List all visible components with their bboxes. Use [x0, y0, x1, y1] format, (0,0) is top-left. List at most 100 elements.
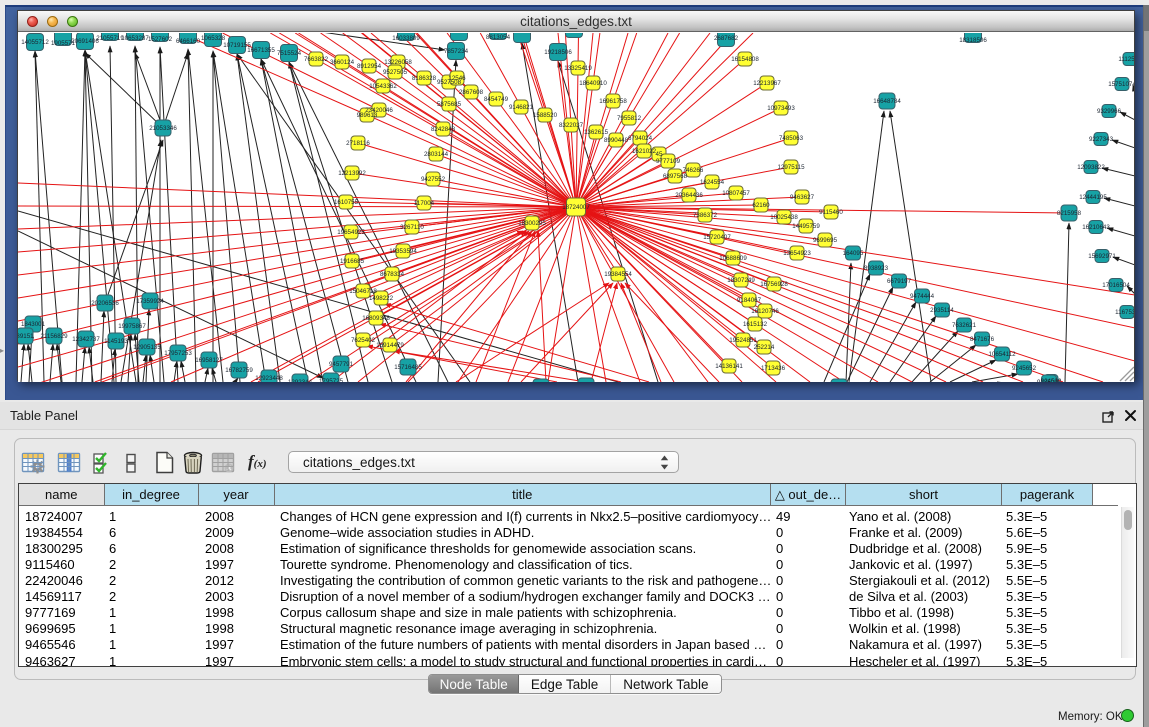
svg-text:15751074: 15751074 — [1108, 81, 1134, 88]
svg-text:16210643: 16210643 — [1082, 224, 1110, 231]
svg-text:39151: 39151 — [18, 333, 34, 340]
svg-text:20206536: 20206536 — [91, 300, 119, 307]
svg-text:45: 45 — [656, 151, 663, 158]
svg-text:1615132: 1615132 — [743, 321, 768, 328]
svg-text:1843001: 1843001 — [21, 321, 46, 328]
svg-text:21055719: 21055719 — [96, 35, 124, 42]
svg-text:9457791: 9457791 — [329, 361, 354, 368]
svg-text:117004: 117004 — [414, 200, 435, 207]
svg-text:9777109: 9777109 — [656, 158, 681, 165]
svg-text:1624554: 1624554 — [700, 179, 725, 186]
svg-text:16756928: 16756928 — [760, 281, 788, 288]
svg-text:17359924: 17359924 — [136, 298, 164, 305]
svg-text:10654112: 10654112 — [988, 351, 1016, 358]
svg-text:15046718: 15046718 — [349, 288, 377, 295]
svg-text:7663822: 7663822 — [304, 56, 329, 63]
svg-text:19975867: 19975867 — [118, 323, 146, 330]
svg-text:9427552: 9427552 — [421, 176, 446, 183]
svg-text:10973493: 10973493 — [767, 105, 795, 112]
svg-text:1145193: 1145193 — [104, 338, 128, 345]
svg-text:18300295: 18300295 — [518, 220, 546, 227]
svg-text:7485063: 7485063 — [779, 135, 804, 142]
svg-text:19218506: 19218506 — [544, 49, 572, 56]
svg-text:13226058: 13226058 — [384, 59, 412, 66]
svg-text:7955812: 7955812 — [617, 115, 642, 122]
svg-text:1292344: 1292344 — [288, 379, 313, 382]
svg-text:2935114: 2935114 — [930, 307, 954, 314]
svg-text:1713436: 1713436 — [761, 365, 786, 372]
svg-text:10025438: 10025438 — [770, 214, 798, 221]
svg-text:17957253: 17957253 — [164, 350, 192, 357]
svg-text:14055712: 14055712 — [21, 39, 49, 46]
svg-text:1527602: 1527602 — [148, 36, 173, 43]
svg-text:16120746: 16120746 — [751, 308, 779, 315]
svg-text:7386372: 7386372 — [693, 212, 718, 219]
svg-text:8813054: 8813054 — [486, 34, 511, 41]
svg-text:16033809: 16033809 — [392, 35, 420, 42]
svg-text:9227343: 9227343 — [1089, 136, 1114, 143]
svg-text:16648784: 16648784 — [873, 98, 901, 105]
svg-text:8215958: 8215958 — [1057, 210, 1082, 217]
svg-text:7515524: 7515524 — [277, 50, 302, 57]
svg-text:8938923: 8938923 — [864, 265, 889, 272]
svg-text:14495759: 14495759 — [792, 223, 820, 230]
svg-text:12546: 12546 — [448, 75, 466, 82]
svg-text:12444195: 12444195 — [1079, 194, 1107, 201]
svg-text:12975115: 12975115 — [777, 164, 805, 171]
svg-text:6466160: 6466160 — [176, 38, 201, 45]
svg-text:8912954: 8912954 — [357, 63, 382, 70]
svg-text:9527505: 9527505 — [383, 69, 408, 76]
svg-text:16914479: 16914479 — [376, 342, 404, 349]
svg-text:1621022: 1621022 — [632, 148, 657, 155]
svg-text:12905135: 12905135 — [133, 344, 161, 351]
svg-text:6897568: 6897568 — [663, 173, 688, 180]
svg-text:164095: 164095 — [843, 250, 864, 257]
svg-text:13325419: 13325419 — [564, 65, 592, 72]
svg-text:18318506: 18318506 — [959, 37, 987, 44]
svg-text:21156829: 21156829 — [40, 333, 68, 340]
svg-text:12923448: 12923448 — [255, 375, 283, 382]
svg-text:1610755: 1610755 — [334, 199, 359, 206]
svg-text:9474444: 9474444 — [910, 293, 935, 300]
svg-text:2867608: 2867608 — [459, 89, 484, 96]
svg-text:62160: 62160 — [752, 202, 770, 209]
svg-text:21053346: 21053346 — [149, 125, 177, 132]
svg-text:7625402: 7625402 — [351, 337, 376, 344]
svg-text:9146821: 9146821 — [509, 104, 534, 111]
svg-text:8990448: 8990448 — [604, 137, 629, 144]
svg-text:2803144: 2803144 — [424, 151, 449, 158]
svg-text:5875685: 5875685 — [437, 101, 462, 108]
svg-text:1112541: 1112541 — [1118, 56, 1134, 63]
svg-text:6794024: 6794024 — [628, 135, 653, 142]
svg-text:1167533: 1167533 — [1115, 309, 1134, 316]
svg-text:16154808: 16154808 — [731, 56, 759, 63]
svg-text:1065328: 1065328 — [201, 35, 226, 42]
svg-text:16809348: 16809348 — [362, 315, 390, 322]
svg-text:1588520: 1588520 — [533, 112, 558, 119]
svg-text:9185046: 9185046 — [1037, 379, 1062, 382]
svg-text:1916685: 1916685 — [340, 258, 365, 265]
svg-text:10807457: 10807457 — [722, 190, 750, 197]
svg-text:9115460: 9115460 — [819, 209, 843, 216]
svg-text:8678334: 8678334 — [380, 271, 405, 278]
svg-text:16958127: 16958127 — [195, 357, 223, 364]
svg-text:12213992: 12213992 — [338, 170, 366, 177]
svg-text:19524851: 19524851 — [729, 337, 757, 344]
svg-text:9184067: 9184067 — [737, 297, 762, 304]
svg-text:18307249: 18307249 — [727, 277, 755, 284]
svg-text:20364436: 20364436 — [675, 192, 703, 199]
svg-text:8186328: 8186328 — [412, 75, 437, 82]
svg-text:1795725: 1795725 — [319, 378, 344, 382]
svg-text:17016504: 17016504 — [1102, 282, 1130, 289]
svg-text:16671355: 16671355 — [247, 47, 275, 54]
svg-text:6679197: 6679197 — [887, 278, 912, 285]
svg-text:9245652: 9245652 — [1012, 365, 1037, 372]
svg-text:7857234: 7857234 — [444, 48, 469, 55]
svg-text:9699695: 9699695 — [813, 237, 838, 244]
svg-text:2718116: 2718116 — [346, 140, 370, 147]
svg-text:8242848: 8242848 — [431, 126, 456, 133]
svg-text:3660124: 3660124 — [330, 59, 355, 66]
svg-text:7632621: 7632621 — [952, 322, 977, 329]
svg-text:12213967: 12213967 — [753, 80, 781, 87]
svg-text:8454749: 8454749 — [484, 96, 509, 103]
